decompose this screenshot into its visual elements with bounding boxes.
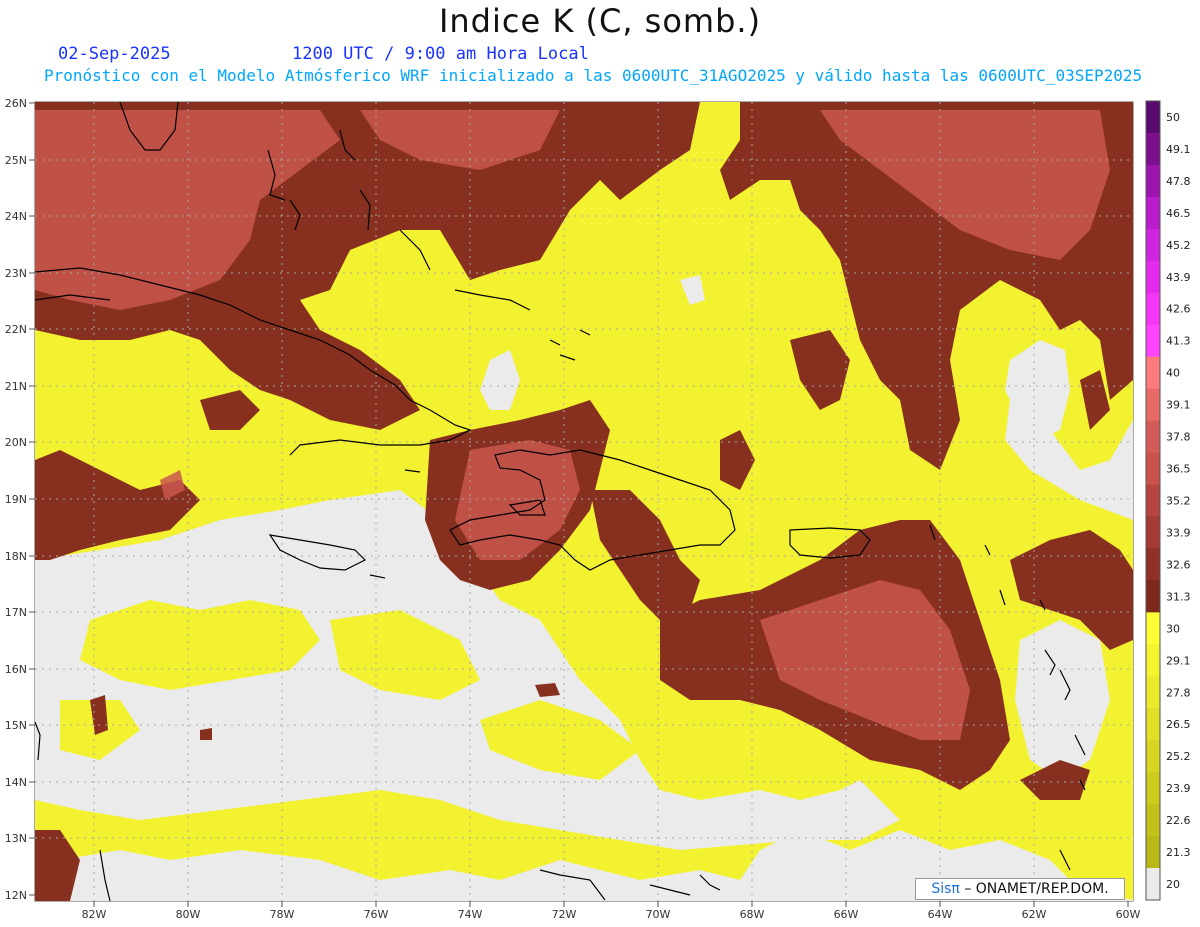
lat-label: 12N bbox=[5, 889, 27, 902]
lat-labels: 26N 25N 24N 23N 22N 21N 20N 19N 18N 17N … bbox=[5, 97, 27, 902]
colorbar-swatch bbox=[1146, 452, 1160, 486]
credit-text: – ONAMET/REP.DOM. bbox=[964, 881, 1109, 897]
lat-label: 24N bbox=[5, 210, 27, 223]
colorbar-label: 39.1 bbox=[1166, 399, 1191, 412]
colorbar-label: 50 bbox=[1166, 111, 1180, 124]
forecast-time: 1200 UTC / 9:00 am Hora Local bbox=[292, 44, 589, 64]
lat-label: 16N bbox=[5, 663, 27, 676]
lat-label: 14N bbox=[5, 776, 27, 789]
sis-logo: Sisπ bbox=[931, 881, 960, 897]
colorbar-swatch bbox=[1146, 804, 1160, 837]
colorbar-label: 20 bbox=[1166, 878, 1180, 891]
colorbar-swatch bbox=[1146, 516, 1160, 549]
colorbar-swatch bbox=[1146, 548, 1160, 581]
forecast-date: 02-Sep-2025 bbox=[58, 44, 171, 64]
colorbar-swatch bbox=[1146, 196, 1160, 230]
lat-label: 20N bbox=[5, 436, 27, 449]
lat-label: 19N bbox=[5, 493, 27, 506]
colorbar-label: 29.1 bbox=[1166, 654, 1191, 667]
colorbar: 50 49.1 47.8 46.5 45.2 43.9 42.6 41.3 40 39.1 37.8… bbox=[1145, 100, 1191, 901]
colorbar-label: 22.6 bbox=[1166, 814, 1191, 827]
colorbar-label: 35.2 bbox=[1166, 495, 1191, 508]
colorbar-label: 37.8 bbox=[1166, 431, 1191, 444]
lon-label: 74W bbox=[458, 908, 483, 921]
lon-label: 80W bbox=[176, 908, 201, 921]
colorbar-label: 49.1 bbox=[1166, 143, 1191, 156]
lat-label: 26N bbox=[5, 97, 27, 110]
colorbar-swatch bbox=[1146, 676, 1160, 709]
colorbar-swatch bbox=[1146, 260, 1160, 294]
lat-label: 15N bbox=[5, 719, 27, 732]
lat-label: 22N bbox=[5, 323, 27, 336]
colorbar-swatch bbox=[1146, 484, 1160, 517]
colorbar-swatch bbox=[1146, 164, 1160, 198]
colorbar-swatch bbox=[1146, 292, 1160, 326]
lat-label: 25N bbox=[5, 154, 27, 167]
colorbar-label: 46.5 bbox=[1166, 207, 1191, 220]
lon-label: 82W bbox=[82, 908, 107, 921]
credit-badge: Sisπ – ONAMET/REP.DOM. bbox=[915, 878, 1125, 900]
colorbar-swatch bbox=[1146, 772, 1160, 805]
lon-label: 70W bbox=[646, 908, 671, 921]
colorbar-swatch bbox=[1146, 708, 1160, 741]
lon-label: 72W bbox=[552, 908, 577, 921]
colorbar-label: 30 bbox=[1166, 622, 1180, 635]
colorbar-swatch bbox=[1146, 740, 1160, 773]
lon-label: 78W bbox=[270, 908, 295, 921]
colorbar-swatch-below bbox=[1146, 868, 1160, 900]
colorbar-swatch bbox=[1146, 132, 1160, 166]
colorbar-label: 27.8 bbox=[1166, 686, 1191, 699]
colorbar-swatch bbox=[1146, 101, 1160, 134]
lat-label: 18N bbox=[5, 550, 27, 563]
lon-label: 64W bbox=[928, 908, 953, 921]
lon-label: 60W bbox=[1116, 908, 1141, 921]
lon-ticks bbox=[93, 901, 1129, 907]
colorbar-label: 21.3 bbox=[1166, 846, 1191, 859]
lon-label: 66W bbox=[834, 908, 859, 921]
colorbar-label: 40 bbox=[1166, 367, 1180, 380]
colorbar-label: 32.6 bbox=[1166, 558, 1191, 571]
colorbar-swatch bbox=[1146, 356, 1160, 390]
colorbar-swatch bbox=[1146, 324, 1160, 358]
colorbar-label: 36.5 bbox=[1166, 463, 1191, 476]
colorbar-label: 33.9 bbox=[1166, 526, 1191, 539]
lat-ticks bbox=[29, 102, 35, 896]
colorbar-swatch bbox=[1146, 388, 1160, 422]
colorbar-label: 26.5 bbox=[1166, 718, 1191, 731]
colorbar-swatch bbox=[1146, 836, 1160, 869]
colorbar-label: 47.8 bbox=[1166, 175, 1191, 188]
lat-label: 23N bbox=[5, 267, 27, 280]
colorbar-label: 41.3 bbox=[1166, 335, 1191, 348]
colorbar-swatch bbox=[1146, 644, 1160, 677]
lon-label: 68W bbox=[740, 908, 765, 921]
forecast-description: Pronóstico con el Modelo Atmósferico WRF… bbox=[44, 66, 1143, 85]
lon-label: 62W bbox=[1022, 908, 1047, 921]
colorbar-swatch bbox=[1146, 580, 1160, 613]
lon-label: 76W bbox=[364, 908, 389, 921]
colorbar-label: 42.6 bbox=[1166, 303, 1191, 316]
lat-label: 17N bbox=[5, 606, 27, 619]
lat-label: 21N bbox=[5, 380, 27, 393]
colorbar-swatch bbox=[1146, 612, 1160, 645]
colorbar-swatch bbox=[1146, 420, 1160, 454]
weather-map: 26N 25N 24N 23N 22N 21N 20N 19N 18N 17N … bbox=[5, 97, 1191, 921]
lon-labels: 82W 80W 78W 76W 74W 72W 70W 68W 66W 64W … bbox=[82, 908, 1141, 921]
colorbar-label: 45.2 bbox=[1166, 239, 1191, 252]
colorbar-label: 31.3 bbox=[1166, 590, 1191, 603]
colorbar-swatch bbox=[1146, 228, 1160, 262]
colorbar-label: 23.9 bbox=[1166, 782, 1191, 795]
lat-label: 13N bbox=[5, 832, 27, 845]
colorbar-label: 43.9 bbox=[1166, 271, 1191, 284]
colorbar-label: 25.2 bbox=[1166, 750, 1191, 763]
map-title: Indice K (C, somb.) bbox=[438, 2, 762, 40]
